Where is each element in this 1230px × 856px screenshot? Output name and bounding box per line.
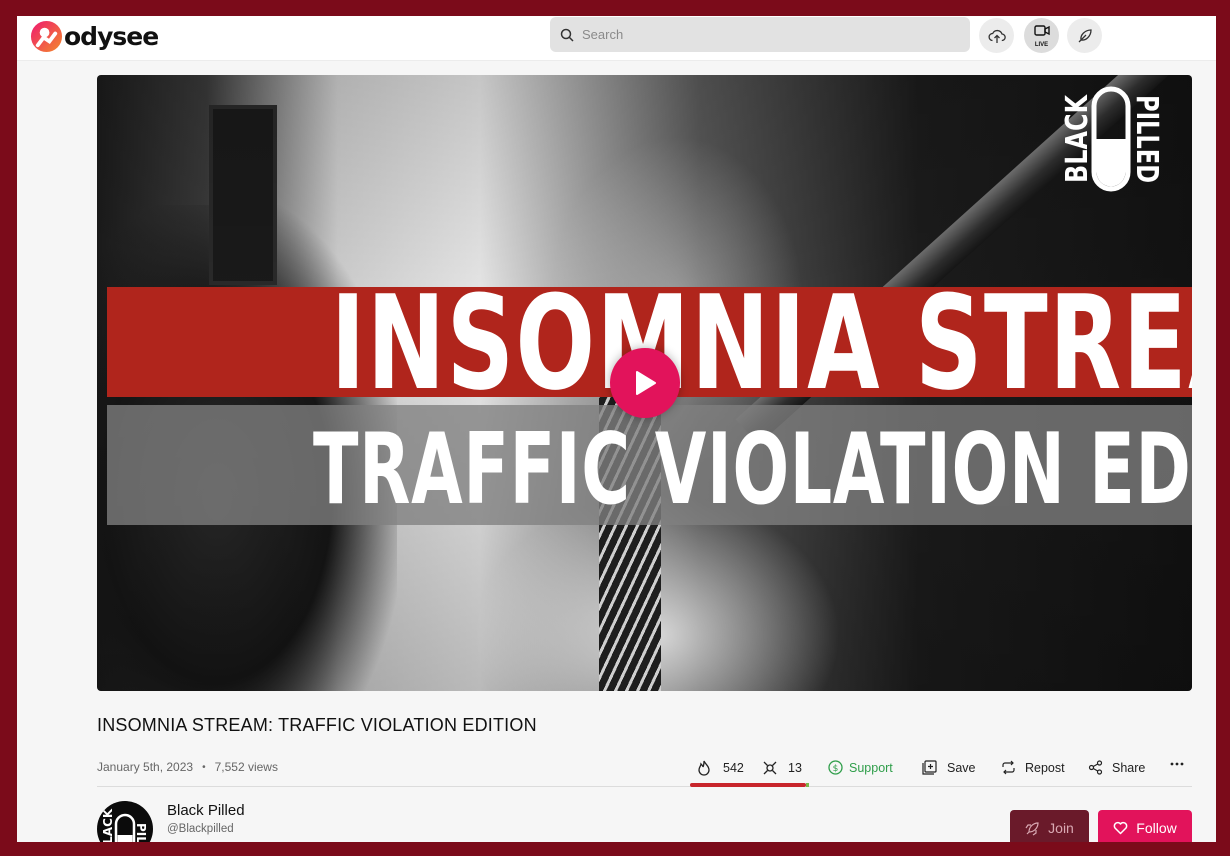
channel-handle[interactable]: @Blackpilled [167, 823, 234, 835]
cloud-upload-icon [987, 29, 1006, 43]
fire-reaction-button[interactable]: 542 [697, 760, 744, 776]
browser-window: odysee LIVE [17, 16, 1216, 842]
odysee-logo[interactable]: odysee [30, 18, 159, 54]
save-button[interactable]: Save [922, 760, 976, 775]
thumbnail-title-line1: INSOMNIA STREAM [330, 267, 1192, 419]
svg-text:BLACK: BLACK [101, 808, 115, 842]
search-bar[interactable] [550, 17, 970, 52]
support-dollar-icon: $ [828, 760, 843, 775]
channel-name[interactable]: Black Pilled [167, 802, 245, 819]
support-label: Support [849, 760, 893, 775]
repost-label: Repost [1025, 760, 1065, 775]
feather-icon [1078, 28, 1092, 42]
slime-icon [763, 761, 777, 775]
svg-text:PILLED: PILLED [134, 823, 148, 842]
live-label: LIVE [1034, 42, 1049, 48]
action-divider [97, 786, 1192, 787]
share-icon [1088, 760, 1103, 775]
repost-icon [1002, 760, 1015, 775]
join-label: Join [1048, 820, 1074, 836]
save-label: Save [947, 760, 976, 775]
more-options-button[interactable] [1169, 756, 1185, 772]
badge-pilled-text: PILLED [1129, 95, 1164, 183]
playlist-add-icon [922, 760, 937, 775]
black-pilled-avatar-icon: BLACK PILLED [101, 808, 148, 842]
black-pilled-logo: BLACK PILLED [1060, 86, 1164, 192]
repost-button[interactable]: Repost [1001, 760, 1065, 775]
thumbnail-title-line2: TRAFFIC VIOLATION EDITION [313, 413, 1192, 527]
follow-button[interactable]: Follow [1098, 810, 1192, 842]
more-horizontal-icon [1170, 762, 1184, 766]
slime-count: 13 [788, 761, 802, 775]
fire-icon [698, 760, 710, 776]
badge-black-text: BLACK [1060, 94, 1095, 183]
play-icon [636, 371, 656, 395]
share-label: Share [1112, 760, 1146, 775]
share-button[interactable]: Share [1088, 760, 1145, 775]
heart-icon [1113, 821, 1128, 835]
fire-ratio-bar [690, 783, 806, 787]
play-button[interactable] [610, 348, 680, 418]
fire-count: 542 [723, 761, 744, 775]
slime-ratio-bar [806, 783, 809, 787]
publish-button[interactable] [1067, 18, 1102, 53]
support-button[interactable]: $ Support [828, 760, 893, 775]
video-title: INSOMNIA STREAM: TRAFFIC VIOLATION EDITI… [97, 715, 537, 735]
video-player[interactable]: INSOMNIA STREAM TRAFFIC VIOLATION EDITIO… [97, 75, 1192, 691]
rocket-icon [1025, 821, 1039, 835]
odysee-logo-icon [30, 20, 63, 52]
slime-reaction-button[interactable]: 13 [762, 760, 802, 776]
upload-button[interactable] [979, 18, 1014, 53]
search-icon [560, 28, 574, 42]
svg-text:$: $ [833, 764, 839, 774]
top-header: odysee LIVE [17, 16, 1216, 61]
go-live-button[interactable]: LIVE [1024, 18, 1059, 53]
video-camera-icon [1033, 25, 1050, 36]
join-button[interactable]: Join [1010, 810, 1089, 842]
action-bar: 542 13 $ Support Save Repost Share [17, 760, 1216, 780]
follow-label: Follow [1136, 820, 1177, 836]
channel-avatar[interactable]: BLACK PILLED [97, 801, 153, 842]
search-input[interactable] [582, 27, 942, 42]
logo-text: odysee [64, 21, 159, 51]
